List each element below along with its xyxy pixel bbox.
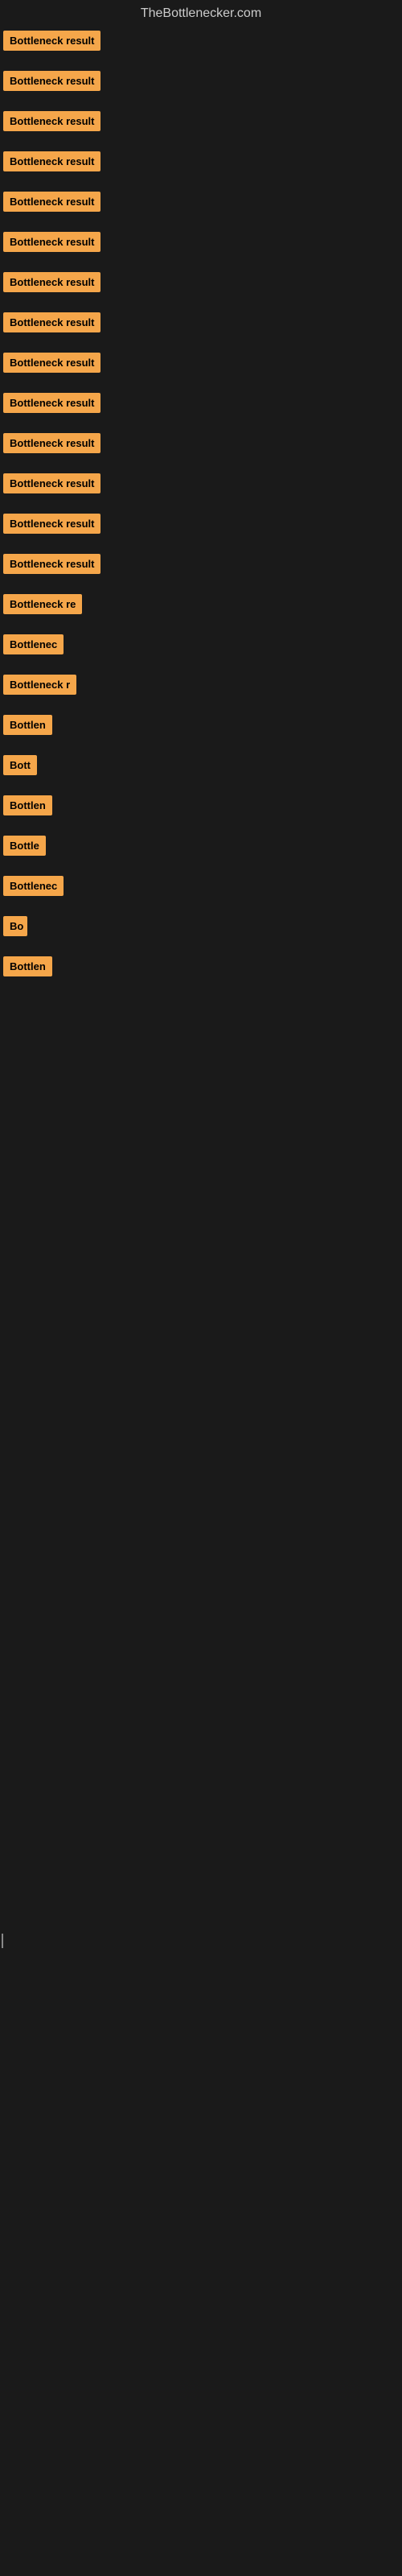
bottleneck-badge[interactable]: Bottleneck result	[3, 393, 100, 413]
bottleneck-badge[interactable]: Bottleneck result	[3, 232, 100, 252]
list-item: Bottleneck r	[3, 675, 402, 699]
bottleneck-badge[interactable]: Bottlen	[3, 715, 52, 735]
bottleneck-badge[interactable]: Bottleneck result	[3, 31, 100, 51]
bottleneck-badge[interactable]: Bottlen	[3, 956, 52, 976]
list-item: Bottleneck result	[3, 393, 402, 417]
bottleneck-badge[interactable]: Bott	[3, 755, 37, 775]
list-item: Bottleneck result	[3, 272, 402, 296]
list-item: Bo	[3, 916, 402, 940]
text-cursor	[2, 1934, 3, 1948]
list-item: Bottlenec	[3, 634, 402, 658]
list-item: Bottleneck result	[3, 433, 402, 457]
list-item: Bottle	[3, 836, 402, 860]
bottleneck-badge[interactable]: Bottleneck result	[3, 554, 100, 574]
list-item: Bottleneck result	[3, 514, 402, 538]
bottleneck-badge[interactable]: Bottle	[3, 836, 46, 856]
list-item: Bottleneck result	[3, 31, 402, 55]
list-item: Bottlen	[3, 715, 402, 739]
bottleneck-badge[interactable]: Bottleneck result	[3, 433, 100, 453]
list-item: Bott	[3, 755, 402, 779]
bottleneck-badge[interactable]: Bottlenec	[3, 634, 64, 654]
list-item: Bottleneck result	[3, 192, 402, 216]
list-item: Bottlen	[3, 956, 402, 980]
list-item: Bottleneck result	[3, 232, 402, 256]
list-item: Bottleneck result	[3, 111, 402, 135]
bottleneck-badge[interactable]: Bottleneck result	[3, 151, 100, 171]
list-item: Bottlen	[3, 795, 402, 819]
bottleneck-badge[interactable]: Bottleneck result	[3, 111, 100, 131]
bottleneck-badge[interactable]: Bo	[3, 916, 27, 936]
list-item: Bottleneck result	[3, 151, 402, 175]
bottleneck-badge[interactable]: Bottleneck re	[3, 594, 82, 614]
bottleneck-badge[interactable]: Bottleneck result	[3, 192, 100, 212]
list-item: Bottleneck re	[3, 594, 402, 618]
list-item: Bottleneck result	[3, 71, 402, 95]
list-item: Bottleneck result	[3, 473, 402, 497]
bottleneck-badge[interactable]: Bottleneck result	[3, 514, 100, 534]
list-item: Bottleneck result	[3, 554, 402, 578]
site-title: TheBottlenecker.com	[0, 0, 402, 31]
bottleneck-badge[interactable]: Bottleneck result	[3, 71, 100, 91]
list-item: Bottleneck result	[3, 353, 402, 377]
bottleneck-badge[interactable]: Bottleneck r	[3, 675, 76, 695]
bottleneck-badge[interactable]: Bottleneck result	[3, 272, 100, 292]
bottleneck-badge[interactable]: Bottlen	[3, 795, 52, 815]
list-item: Bottlenec	[3, 876, 402, 900]
bottleneck-badge[interactable]: Bottlenec	[3, 876, 64, 896]
list-item: Bottleneck result	[3, 312, 402, 336]
bottleneck-badge[interactable]: Bottleneck result	[3, 353, 100, 373]
bottleneck-badge[interactable]: Bottleneck result	[3, 473, 100, 493]
bottleneck-badge[interactable]: Bottleneck result	[3, 312, 100, 332]
